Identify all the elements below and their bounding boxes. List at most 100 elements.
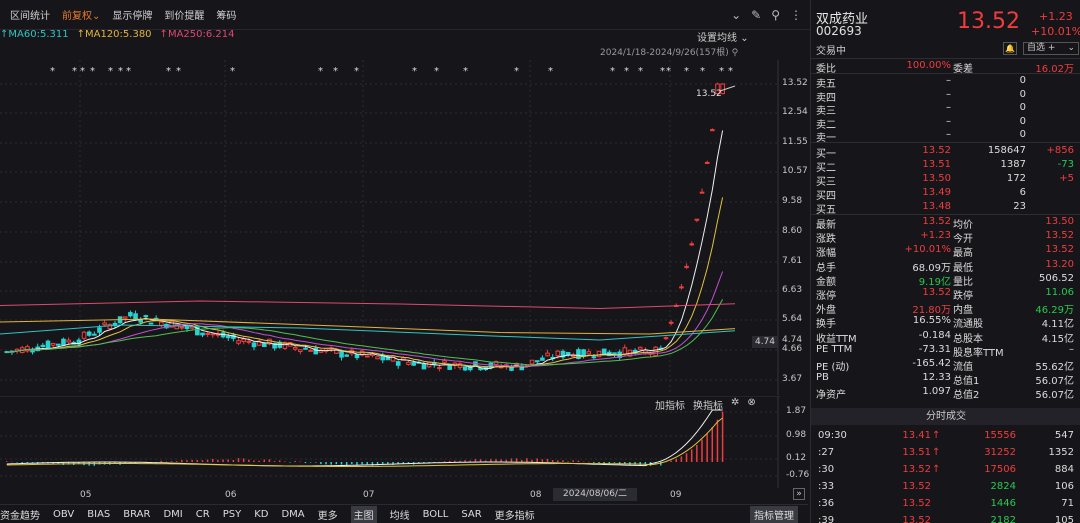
candle-body[interactable] bbox=[102, 322, 107, 326]
candle-body[interactable] bbox=[225, 335, 231, 339]
candle-body[interactable] bbox=[442, 360, 447, 363]
candle-body[interactable] bbox=[143, 315, 149, 318]
candle-body[interactable] bbox=[406, 361, 411, 365]
candle-body[interactable] bbox=[395, 361, 401, 366]
candle-body[interactable] bbox=[128, 312, 133, 317]
event-marker[interactable]: * bbox=[50, 66, 55, 77]
candle-body[interactable] bbox=[86, 331, 92, 336]
event-marker[interactable]: * bbox=[666, 66, 671, 77]
candle-body[interactable] bbox=[308, 349, 313, 352]
event-marker[interactable]: * bbox=[176, 66, 181, 77]
event-marker[interactable]: * bbox=[412, 66, 417, 77]
candle-body[interactable] bbox=[189, 326, 195, 329]
candle-body[interactable] bbox=[390, 355, 396, 362]
chevron-circle-icon[interactable]: ⌄ bbox=[731, 8, 741, 22]
candle-body[interactable] bbox=[411, 361, 416, 366]
candle-body[interactable] bbox=[591, 356, 597, 359]
event-marker[interactable]: * bbox=[684, 66, 689, 77]
event-marker[interactable]: * bbox=[548, 66, 553, 77]
candle-body[interactable] bbox=[66, 339, 71, 343]
candle-body[interactable] bbox=[679, 286, 684, 289]
add-watchlist-button[interactable]: 自选 + ⌄ bbox=[1023, 42, 1079, 55]
event-marker[interactable]: * bbox=[700, 66, 705, 77]
gear-icon[interactable]: ✲ bbox=[731, 397, 739, 412]
candle-body[interactable] bbox=[303, 347, 308, 350]
event-marker[interactable]: * bbox=[90, 66, 95, 77]
candle-body[interactable] bbox=[122, 316, 128, 319]
candle-body[interactable] bbox=[298, 349, 303, 353]
event-marker[interactable]: * bbox=[80, 66, 85, 77]
event-marker[interactable]: * bbox=[728, 66, 733, 77]
indicator-tab[interactable]: 资金趋势 bbox=[0, 507, 40, 522]
candle-body[interactable] bbox=[663, 337, 669, 340]
event-marker[interactable]: * bbox=[108, 66, 113, 77]
indicator-tab[interactable]: 主图 bbox=[350, 505, 377, 523]
event-marker[interactable]: * bbox=[514, 66, 519, 77]
event-marker[interactable]: * bbox=[318, 66, 323, 77]
candle-body[interactable] bbox=[540, 357, 545, 361]
candle-body[interactable] bbox=[50, 342, 56, 346]
event-marker[interactable]: * bbox=[72, 66, 77, 77]
indicator-tab[interactable]: CR bbox=[196, 509, 210, 520]
candle-body[interactable] bbox=[365, 355, 370, 358]
candle-body[interactable] bbox=[555, 350, 561, 357]
candle-body[interactable] bbox=[462, 366, 468, 371]
candle-body[interactable] bbox=[684, 265, 689, 268]
candle-body[interactable] bbox=[421, 363, 427, 370]
indicator-tab[interactable]: KD bbox=[254, 509, 268, 520]
pin-icon[interactable]: ⚲ bbox=[732, 48, 739, 58]
candle-body[interactable] bbox=[292, 346, 298, 350]
event-marker[interactable]: * bbox=[333, 66, 338, 77]
candle-body[interactable] bbox=[200, 332, 205, 336]
candle-body[interactable] bbox=[699, 191, 705, 194]
candle-body[interactable] bbox=[339, 351, 344, 358]
candle-body[interactable] bbox=[148, 322, 154, 325]
candle-body[interactable] bbox=[30, 350, 35, 353]
brush-icon[interactable]: ✎ bbox=[751, 8, 761, 22]
candle-body[interactable] bbox=[56, 343, 61, 346]
candle-body[interactable] bbox=[637, 346, 643, 350]
candle-body[interactable] bbox=[545, 352, 550, 357]
candle-body[interactable] bbox=[40, 344, 46, 348]
event-marker[interactable]: * bbox=[354, 66, 359, 77]
candle-body[interactable] bbox=[210, 333, 216, 336]
event-marker[interactable]: * bbox=[463, 66, 468, 77]
event-marker[interactable]: * bbox=[660, 66, 665, 77]
event-marker[interactable]: * bbox=[126, 66, 131, 77]
event-marker[interactable]: * bbox=[118, 66, 123, 77]
toolbar-interval-stats[interactable]: 区间统计 bbox=[10, 7, 50, 22]
more-icon[interactable]: ⋮ bbox=[790, 8, 802, 22]
candle-body[interactable] bbox=[61, 338, 66, 346]
candle-body[interactable] bbox=[262, 342, 267, 347]
indicator-tab[interactable]: 更多指标 bbox=[495, 507, 535, 522]
candle-body[interactable] bbox=[107, 323, 113, 330]
event-marker[interactable]: * bbox=[166, 66, 171, 77]
candle-body[interactable] bbox=[81, 331, 87, 339]
candle-body[interactable] bbox=[97, 327, 102, 333]
candle-body[interactable] bbox=[159, 321, 164, 326]
candle-body[interactable] bbox=[704, 161, 710, 164]
candle-body[interactable] bbox=[581, 349, 586, 357]
candle-body[interactable] bbox=[375, 356, 380, 360]
candle-body[interactable] bbox=[344, 354, 349, 357]
candle-body[interactable] bbox=[205, 332, 210, 335]
indicator-tab[interactable]: BRAR bbox=[123, 509, 150, 520]
candle-body[interactable] bbox=[534, 360, 540, 363]
candle-body[interactable] bbox=[447, 365, 452, 370]
add-indicator-button[interactable]: 加指标 bbox=[655, 397, 685, 412]
candle-body[interactable] bbox=[354, 354, 360, 359]
candle-body[interactable] bbox=[689, 243, 695, 246]
toolbar-price-alert[interactable]: 到价提醒 bbox=[164, 7, 204, 22]
toolbar-show-suspended[interactable]: 显示停牌 bbox=[112, 7, 152, 22]
indicator-manager-button[interactable]: 指标管理 bbox=[750, 506, 798, 523]
indicator-tab[interactable]: BIAS bbox=[87, 509, 110, 520]
indicator-tab[interactable]: BOLL bbox=[423, 509, 449, 520]
indicator-tab[interactable]: OBV bbox=[53, 509, 74, 520]
candle-body[interactable] bbox=[45, 340, 51, 349]
switch-indicator-button[interactable]: 换指标 bbox=[693, 397, 723, 412]
indicator-tab[interactable]: DMI bbox=[163, 509, 182, 520]
candle-body[interactable] bbox=[236, 340, 241, 344]
candle-body[interactable] bbox=[710, 129, 715, 132]
double-chevron-icon[interactable]: » bbox=[793, 488, 805, 500]
candle-body[interactable] bbox=[25, 346, 30, 352]
